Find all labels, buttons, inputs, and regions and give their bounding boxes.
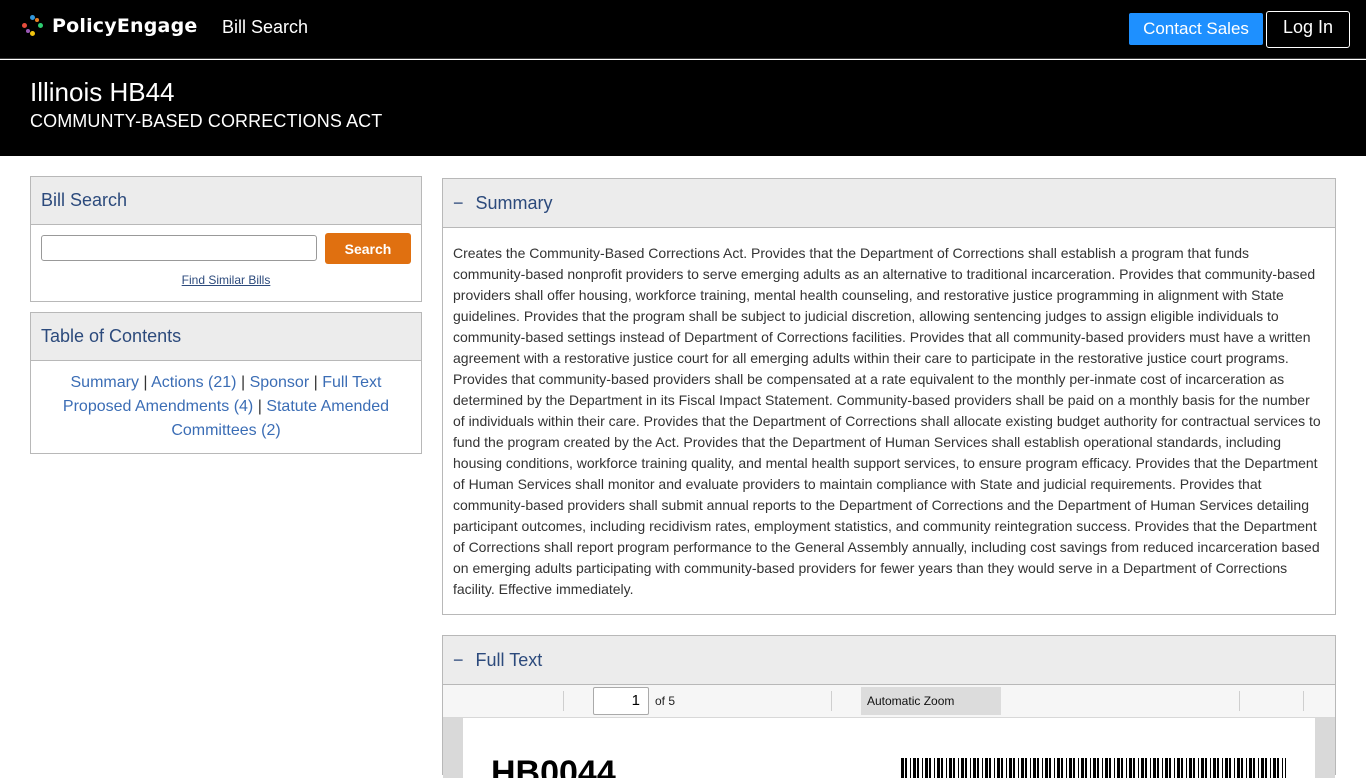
top-navbar: PolicyEngage Bill Search Contact Sales L… [0, 0, 1366, 59]
toc-link-actions[interactable]: Actions (21) [151, 374, 236, 391]
pdf-toolbar: 1 of 5 Automatic Zoom [443, 685, 1335, 718]
toc-link-statute-amended[interactable]: Statute Amended [266, 398, 389, 415]
toc-heading: Table of Contents [31, 313, 421, 361]
toc-separator: | [257, 398, 262, 415]
find-similar-bills-link[interactable]: Find Similar Bills [31, 273, 421, 287]
logo-dots-icon [22, 15, 44, 37]
toolbar-divider [563, 691, 564, 711]
toolbar-divider [831, 691, 832, 711]
toc-separator: | [240, 374, 246, 391]
summary-panel: − Summary Creates the Community-Based Co… [442, 178, 1336, 615]
bill-search-input[interactable] [41, 235, 317, 261]
nav-bill-search-link[interactable]: Bill Search [222, 17, 308, 38]
bill-search-heading: Bill Search [31, 177, 421, 225]
toolbar-divider [1239, 691, 1240, 711]
pdf-zoom-select[interactable]: Automatic Zoom [861, 687, 1001, 715]
pdf-page-number-input[interactable]: 1 [593, 687, 649, 715]
toc-separator: | [313, 374, 318, 391]
pdf-page-count: of 5 [655, 694, 676, 708]
collapse-icon[interactable]: − [453, 650, 464, 671]
pdf-viewer[interactable]: HB0044 [443, 718, 1335, 778]
login-button[interactable]: Log In [1266, 11, 1350, 48]
summary-heading: Summary [475, 192, 553, 213]
toc-link-sponsor[interactable]: Sponsor [250, 374, 310, 391]
barcode-image [901, 758, 1286, 778]
bill-subtitle: COMMUNTY-BASED CORRECTIONS ACT [30, 111, 383, 131]
pdf-page: HB0044 [463, 718, 1315, 778]
full-text-heading: Full Text [475, 649, 543, 670]
table-of-contents-panel: Table of Contents Summary | Actions (21)… [30, 312, 422, 454]
toc-link-proposed-amendments[interactable]: Proposed Amendments (4) [63, 398, 253, 415]
toc-links: Summary | Actions (21) | Sponsor | Full … [31, 361, 421, 443]
bill-title: Illinois HB44 [30, 77, 175, 107]
bill-search-panel: Bill Search Search Find Similar Bills [30, 176, 422, 302]
search-button[interactable]: Search [325, 233, 411, 264]
contact-sales-button[interactable]: Contact Sales [1129, 13, 1263, 45]
bill-hero: Illinois HB44 COMMUNTY-BASED CORRECTIONS… [0, 60, 1366, 156]
brand-name: PolicyEngage [52, 15, 198, 37]
summary-text: Creates the Community-Based Corrections … [453, 245, 1321, 597]
toc-separator: | [143, 374, 148, 391]
toc-link-full-text[interactable]: Full Text [322, 374, 381, 391]
summary-header[interactable]: − Summary [443, 179, 1335, 228]
collapse-icon[interactable]: − [453, 193, 464, 214]
full-text-panel: − Full Text 1 of 5 Automatic Zoom HB0044 [442, 635, 1336, 778]
toc-link-summary[interactable]: Summary [71, 374, 139, 391]
toc-link-committees[interactable]: Committees (2) [171, 422, 280, 439]
pdf-bill-number: HB0044 [491, 754, 616, 778]
brand-logo[interactable]: PolicyEngage [22, 15, 197, 37]
full-text-header[interactable]: − Full Text [443, 636, 1335, 685]
toolbar-divider [1303, 691, 1304, 711]
